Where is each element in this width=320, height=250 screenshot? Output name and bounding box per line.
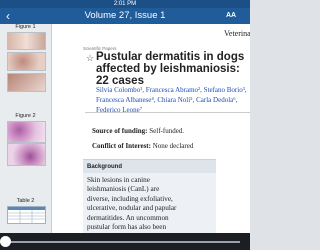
scrubber-track[interactable] [8,241,240,243]
status-bar: 2:01 PM [0,0,250,8]
sidebar-item-figure-2-label: Figure 2 [15,113,36,119]
figure-1-thumbnail-c[interactable] [7,73,46,92]
figure-1-thumbnail-b[interactable] [7,52,46,71]
figure-1-thumbnail-a[interactable] [7,32,46,50]
background-text: Skin lesions in canine leishmaniosis (Ca… [87,176,177,240]
funding-label: Source of funding: [92,127,148,135]
article-pane: Veterinary Dermatology Scientific Papers… [52,24,250,241]
sidebar-item-figure-1-label: Figure 1 [15,24,36,30]
nav-bar: ‹ Volume 27, Issue 1 AA [0,8,250,24]
background-section: Skin lesions in canine leishmaniosis (Ca… [83,173,216,241]
figure-2-thumbnail-a[interactable] [7,121,46,143]
article-authors[interactable]: Silvia Colombo¹, Francesca Abramo², Stef… [96,85,250,115]
issue-title: Volume 27, Issue 1 [84,10,166,21]
favorite-star-icon[interactable]: ☆ [86,53,94,64]
table-2-thumbnail[interactable] [7,206,46,224]
article-title: Pustular dermatitis in dogs affected by … [96,51,245,87]
table-grid-icon [8,207,45,223]
status-time: 2:01 PM [113,1,137,7]
conflict-value: None declared [152,142,194,150]
conflict-line: Conflict of Interest: None declared [92,142,193,150]
background-heading: Background [83,159,216,173]
page-scrubber[interactable] [0,233,250,250]
funding-line: Source of funding: Self-funded. [92,127,184,135]
conflict-label: Conflict of Interest: [92,142,151,150]
journal-name: Veterinary Dermatology [224,29,250,38]
divider [85,112,250,113]
sidebar-item-table-2-label: Table 2 [16,198,35,204]
funding-value: Self-funded. [149,127,185,135]
figure-2-thumbnail-b[interactable] [7,143,46,166]
font-size-button[interactable]: AA [226,11,236,21]
scrubber-handle[interactable] [0,236,11,247]
figures-sidebar: Figure 1 Figure 2 Table 2 [0,24,52,241]
